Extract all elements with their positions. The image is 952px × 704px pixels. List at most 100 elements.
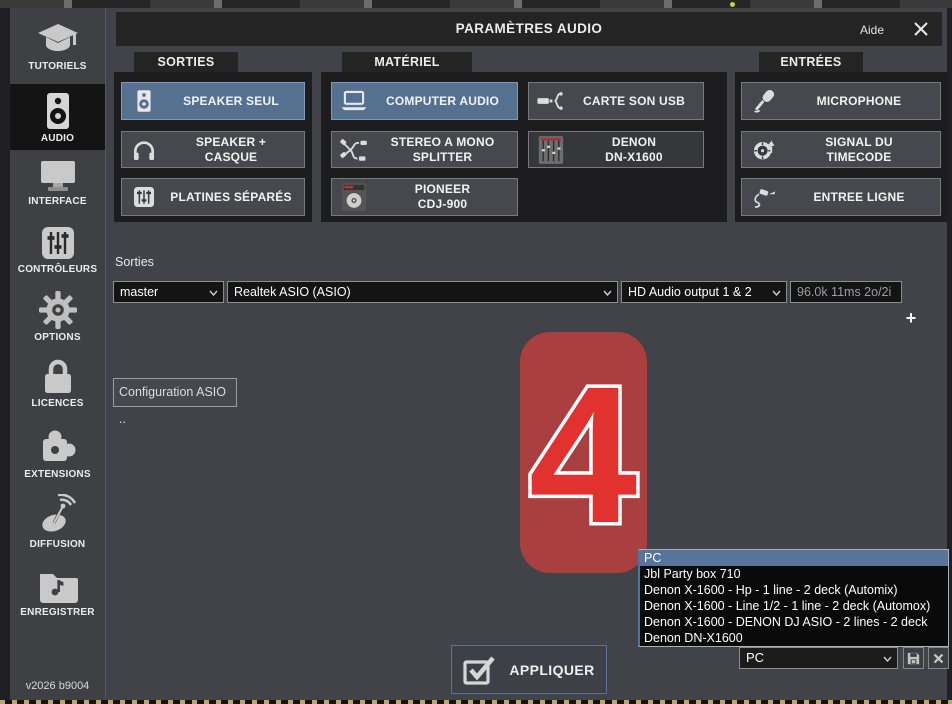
- output-port-select[interactable]: HD Audio output 1 & 2: [621, 281, 787, 303]
- dialog-titlebar: PARAMÈTRES AUDIO Aide: [116, 12, 942, 46]
- button-label: MICROPHONE: [786, 94, 940, 109]
- lock-icon: [41, 357, 75, 395]
- materiel-panel: COMPUTER AUDIO CARTE SON USB STEREO A MO…: [321, 72, 727, 222]
- broadcast-icon: [37, 494, 79, 536]
- output-channel-value: master: [120, 285, 158, 299]
- sidebar-item-label: EXTENSIONS: [10, 469, 105, 480]
- sidebar-item-label: DIFFUSION: [10, 539, 105, 550]
- tab-sorties[interactable]: SORTIES: [134, 52, 238, 72]
- list-item[interactable]: PC: [640, 550, 948, 566]
- graduation-cap-icon: [36, 22, 80, 58]
- button-label: DENON DN-X1600: [573, 135, 703, 165]
- sidebar-item-licences[interactable]: LICENCES: [10, 353, 105, 413]
- headphones-icon: [122, 138, 166, 162]
- outputs-section-label: Sorties: [115, 255, 154, 269]
- virtualdj-settings-window: TUTORIELS AUDIO INTERFACE: [0, 0, 952, 704]
- sidebar-item-label: OPTIONS: [10, 332, 105, 343]
- sidebar-item-options[interactable]: OPTIONS: [10, 287, 105, 347]
- entrees-panel: MICROPHONE SIGNAL DU TIMECODE ENTREE LIG…: [735, 72, 948, 222]
- list-item[interactable]: Denon DN-X1600: [640, 630, 948, 646]
- sidebar-item-label: LICENCES: [10, 398, 105, 409]
- sidebar-item-audio[interactable]: AUDIO: [10, 84, 105, 150]
- chevron-down-icon: [209, 290, 218, 296]
- denon-dnx1600-button[interactable]: DENON DN-X1600: [528, 131, 704, 168]
- tab-entrees[interactable]: ENTRÉES: [759, 52, 863, 72]
- tab-materiel[interactable]: MATÉRIEL: [342, 52, 472, 72]
- delete-profile-button[interactable]: [928, 647, 949, 669]
- checkbox-check-icon: [463, 655, 497, 685]
- dialog-title: PARAMÈTRES AUDIO: [116, 21, 942, 36]
- close-icon[interactable]: [912, 20, 930, 38]
- add-output-button[interactable]: +: [901, 308, 921, 328]
- sound-driver-value: Realtek ASIO (ASIO): [234, 285, 351, 299]
- speaker-seul-button[interactable]: SPEAKER SEUL: [121, 82, 305, 120]
- puzzle-icon: [38, 426, 78, 466]
- sidebar-item-diffusion[interactable]: DIFFUSION: [10, 490, 105, 552]
- background-marker: [730, 2, 735, 7]
- sidebar-item-label: INTERFACE: [10, 196, 105, 207]
- sidebar-item-enregistrer[interactable]: ENREGISTRER: [10, 564, 105, 624]
- profile-select[interactable]: PC: [739, 647, 898, 669]
- sidebar-item-tutoriels[interactable]: TUTORIELS: [10, 18, 105, 78]
- cdj-icon: [332, 182, 376, 212]
- svg-text:4: 4: [529, 346, 637, 564]
- chevron-down-icon: [772, 290, 781, 296]
- button-label: SPEAKER SEUL: [166, 94, 304, 109]
- stereo-mono-splitter-button[interactable]: STEREO A MONO SPLITTER: [331, 131, 518, 168]
- speaker-icon: [43, 92, 73, 130]
- asio-config-button[interactable]: Configuration ASIO ..: [113, 378, 237, 407]
- output-channel-select[interactable]: master: [113, 281, 224, 303]
- button-label: SIGNAL DU TIMECODE: [786, 135, 940, 165]
- entree-ligne-button[interactable]: ENTREE LIGNE: [741, 178, 941, 216]
- carte-son-usb-button[interactable]: CARTE SON USB: [528, 82, 704, 120]
- gear-icon: [39, 291, 77, 329]
- usb-soundcard-icon: [529, 90, 573, 112]
- profile-dropdown-list: PC Jbl Party box 710 Denon X-1600 - Hp -…: [638, 549, 949, 647]
- apply-button[interactable]: APPLIQUER: [451, 645, 607, 694]
- platines-separes-button[interactable]: PLATINES SÉPARÉS: [121, 178, 305, 216]
- apply-button-label: APPLIQUER: [509, 662, 594, 678]
- output-port-value: HD Audio output 1 & 2: [628, 285, 752, 299]
- chevron-down-icon: [883, 656, 892, 662]
- list-item[interactable]: Denon X-1600 - Line 1/2 - 1 line - 2 dec…: [640, 598, 948, 614]
- list-item[interactable]: Jbl Party box 710: [640, 566, 948, 582]
- pioneer-cdj900-button[interactable]: PIONEER CDJ-900: [331, 178, 518, 216]
- sidebar-item-extensions[interactable]: EXTENSIONS: [10, 422, 105, 482]
- list-item[interactable]: Denon X-1600 - Hp - 1 line - 2 deck (Aut…: [640, 582, 948, 598]
- button-label: SPEAKER + CASQUE: [166, 135, 304, 165]
- button-label: PLATINES SÉPARÉS: [166, 190, 304, 205]
- list-item[interactable]: Denon X-1600 - DENON DJ ASIO - 2 lines -…: [640, 614, 948, 630]
- splitter-icon: [332, 137, 376, 163]
- record-folder-icon: [37, 568, 79, 604]
- sidebar-item-controleurs[interactable]: CONTRÔLEURS: [10, 221, 105, 279]
- decks-icon: [122, 185, 166, 209]
- app-version: v2026 b9004: [10, 680, 105, 692]
- background-app-strip-bottom: [0, 700, 952, 704]
- speaker-icon: [122, 88, 166, 114]
- sidebar-item-label: AUDIO: [10, 133, 105, 144]
- sliders-icon: [40, 225, 76, 261]
- button-label: COMPUTER AUDIO: [376, 94, 517, 109]
- computer-audio-button[interactable]: COMPUTER AUDIO: [331, 82, 518, 120]
- sorties-panel: SPEAKER SEUL SPEAKER + CASQUE PLATINES S…: [114, 72, 312, 222]
- signal-timecode-button[interactable]: SIGNAL DU TIMECODE: [741, 131, 941, 168]
- sidebar-item-label: CONTRÔLEURS: [10, 264, 105, 275]
- annotation-badge-4: 4: [520, 332, 647, 573]
- sidebar-item-label: ENREGISTRER: [10, 607, 105, 618]
- close-icon: [933, 653, 944, 664]
- denon-mixer-icon: [529, 135, 573, 165]
- laptop-icon: [332, 90, 376, 112]
- speaker-casque-button[interactable]: SPEAKER + CASQUE: [121, 131, 305, 168]
- chevron-down-icon: [603, 290, 612, 296]
- microphone-icon: [742, 88, 786, 114]
- sound-driver-select[interactable]: Realtek ASIO (ASIO): [227, 281, 618, 303]
- save-icon: [907, 652, 920, 665]
- settings-sidebar: TUTORIELS AUDIO INTERFACE: [10, 8, 105, 700]
- profile-select-value: PC: [746, 650, 764, 665]
- microphone-button[interactable]: MICROPHONE: [741, 82, 941, 120]
- sidebar-item-interface[interactable]: INTERFACE: [10, 155, 105, 213]
- help-link[interactable]: Aide: [860, 23, 884, 37]
- save-profile-button[interactable]: [903, 647, 924, 669]
- background-app-strip-left: [0, 8, 10, 700]
- button-label: ENTREE LIGNE: [786, 190, 940, 205]
